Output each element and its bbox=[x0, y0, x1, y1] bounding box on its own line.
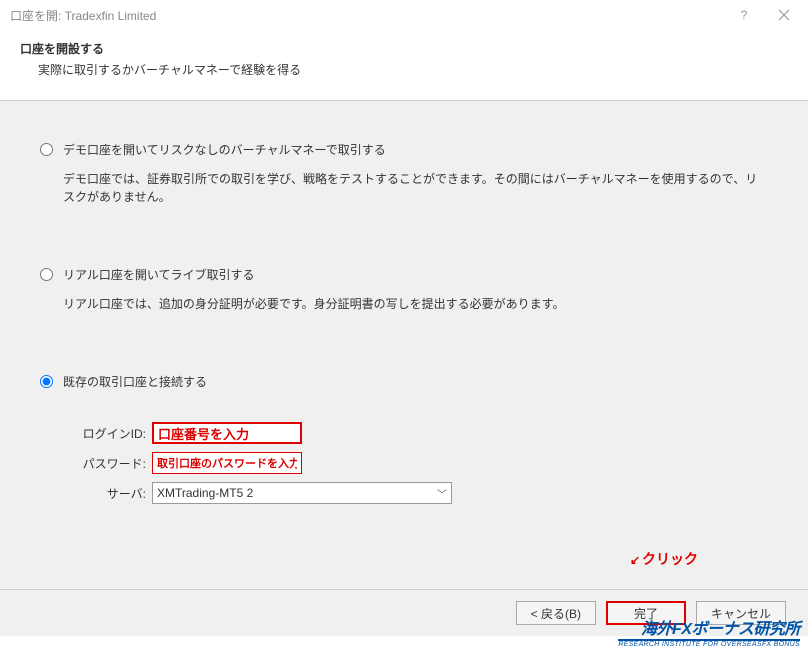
radio-real-account[interactable] bbox=[40, 268, 53, 281]
login-id-input[interactable] bbox=[152, 422, 302, 444]
option-real-desc: リアル口座では、追加の身分証明が必要です。身分証明書の写しを提出する必要がありま… bbox=[63, 295, 768, 313]
header-title: 口座を開設する bbox=[20, 40, 788, 57]
window-title: 口座を開: Tradexfin Limited bbox=[10, 7, 724, 24]
option-real: リアル口座を開いてライブ取引する リアル口座では、追加の身分証明が必要です。身分… bbox=[40, 266, 768, 313]
help-icon[interactable]: ? bbox=[724, 0, 764, 30]
dialog-body: デモ口座を開いてリスクなしのバーチャルマネーで取引する デモ口座では、証券取引所… bbox=[0, 101, 808, 590]
header-subtitle: 実際に取引するかバーチャルマネーで経験を得る bbox=[20, 61, 788, 78]
password-input[interactable] bbox=[152, 452, 302, 474]
watermark-sub: RESEARCH INSTITUTE FOR OVERSEASFX BONUS bbox=[618, 641, 800, 649]
option-demo-title: デモ口座を開いてリスクなしのバーチャルマネーで取引する bbox=[63, 141, 768, 158]
window-titlebar: 口座を開: Tradexfin Limited ? bbox=[0, 0, 808, 30]
chevron-down-icon: ﹀ bbox=[437, 486, 447, 501]
back-button[interactable]: < 戻る(B) bbox=[516, 601, 596, 625]
existing-account-form: ログインID: パスワード: サーバ: XMTrading-MT5 2 ﹀ bbox=[40, 422, 768, 504]
server-selected-value: XMTrading-MT5 2 bbox=[157, 486, 253, 500]
login-id-label: ログインID: bbox=[64, 425, 152, 442]
option-demo: デモ口座を開いてリスクなしのバーチャルマネーで取引する デモ口座では、証券取引所… bbox=[40, 141, 768, 206]
radio-demo-account[interactable] bbox=[40, 143, 53, 156]
option-real-title: リアル口座を開いてライブ取引する bbox=[63, 266, 768, 283]
option-existing-title: 既存の取引口座と接続する bbox=[63, 373, 768, 390]
option-existing: 既存の取引口座と接続する ログインID: パスワード: サーバ: XMTradi… bbox=[40, 373, 768, 504]
radio-existing-account[interactable] bbox=[40, 375, 53, 388]
password-label: パスワード: bbox=[64, 455, 152, 472]
server-label: サーバ: bbox=[64, 485, 152, 502]
annotation-click: ↙クリック bbox=[630, 549, 698, 569]
server-select[interactable]: XMTrading-MT5 2 ﹀ bbox=[152, 482, 452, 504]
close-icon[interactable] bbox=[764, 0, 804, 30]
arrow-down-icon: ↙ bbox=[630, 553, 640, 567]
watermark: 海外FXボーナス研究所 RESEARCH INSTITUTE FOR OVERS… bbox=[618, 621, 800, 649]
dialog-header: 口座を開設する 実際に取引するかバーチャルマネーで経験を得る bbox=[0, 30, 808, 101]
watermark-main: 海外FXボーナス研究所 bbox=[618, 621, 800, 642]
option-demo-desc: デモ口座では、証券取引所での取引を学び、戦略をテストすることができます。その間に… bbox=[63, 170, 768, 206]
